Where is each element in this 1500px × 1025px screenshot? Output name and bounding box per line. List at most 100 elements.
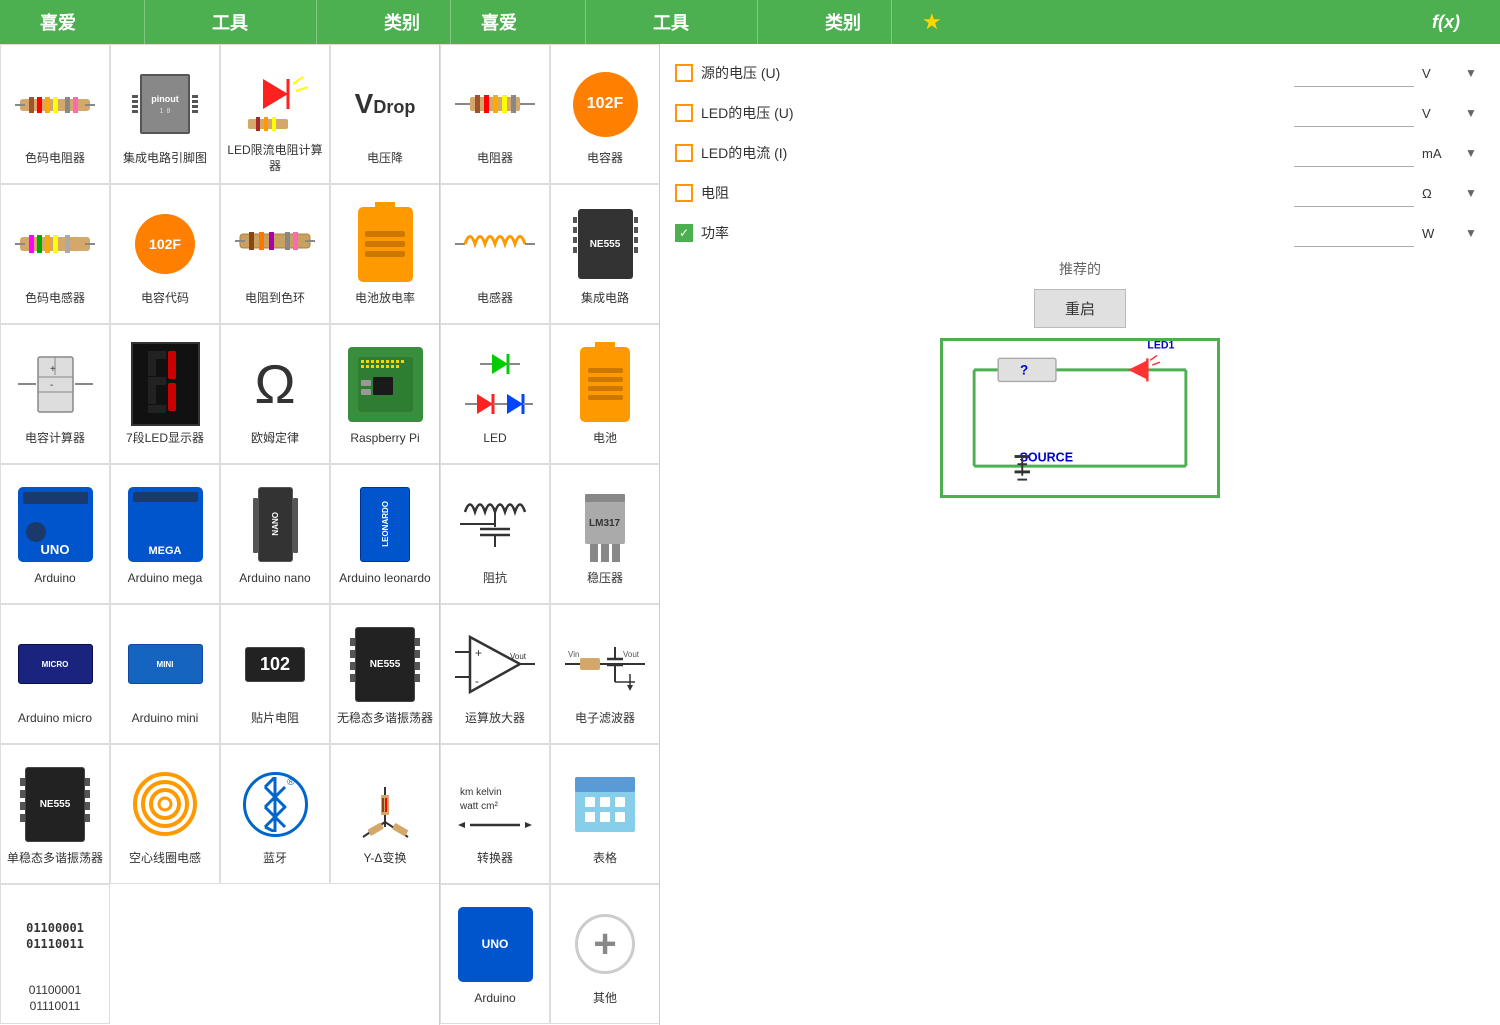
source-voltage-label: 源的电压 (U) — [701, 63, 1286, 83]
mid-resistor[interactable]: 电阻器 — [440, 44, 550, 184]
mid-impedance[interactable]: 阻抗 — [440, 464, 550, 604]
mid-opamp[interactable]: + - Vout 运算放大器 — [440, 604, 550, 744]
mid-capacitor[interactable]: 102F 电容器 — [550, 44, 660, 184]
tool-bluetooth[interactable]: ® 蓝牙 — [220, 744, 330, 884]
tool-arduino-leonardo[interactable]: LEONARDO Arduino leonardo — [330, 464, 440, 604]
tool-ic-pinout[interactable]: pinout 1 8 — [110, 44, 220, 184]
resistor-input[interactable] — [1294, 179, 1414, 207]
cap-102-display: 102F — [135, 214, 195, 274]
led-current-input[interactable] — [1294, 139, 1414, 167]
battery-rate-icon — [343, 202, 428, 287]
mid-table-label: 表格 — [593, 851, 617, 867]
tool-binary[interactable]: 0110000101110011 0110000101110011 — [0, 884, 110, 1024]
mid-battery-label: 电池 — [593, 431, 617, 447]
led-voltage-checkbox[interactable] — [675, 104, 693, 122]
mid-regulator-icon: LM317 — [563, 482, 648, 567]
ohm-law-icon: Ω — [233, 342, 318, 427]
tool-monostable[interactable]: NE555 单稳态多谐振荡器 — [0, 744, 110, 884]
resistor-dropdown[interactable]: ▼ — [1465, 186, 1485, 200]
tool-raspberry-pi[interactable]: Raspberry Pi — [330, 324, 440, 464]
tool-7seg[interactable]: 7段LED显示器 — [110, 324, 220, 464]
arduino-mega-icon: MEGA — [123, 482, 208, 567]
tool-arduino-mini[interactable]: MINI Arduino mini — [110, 604, 220, 744]
led-voltage-dropdown[interactable]: ▼ — [1465, 106, 1485, 120]
tool-arduino-nano[interactable]: NANO Arduino nano — [220, 464, 330, 604]
led-voltage-input[interactable] — [1294, 99, 1414, 127]
tool-capacitor-code[interactable]: 102F 电容代码 — [110, 184, 220, 324]
tool-resistor-color[interactable]: 电阻到色环 — [220, 184, 330, 324]
voltage-drop-label: 电压降 — [367, 151, 403, 167]
tool-y-delta[interactable]: Y-Δ变换 — [330, 744, 440, 884]
right-category-label: 类别 — [805, 9, 881, 35]
resistor-color-label: 电阻到色环 — [245, 291, 305, 307]
mid-capacitor-label: 电容器 — [587, 151, 623, 167]
tool-arduino-mega[interactable]: MEGA Arduino mega — [110, 464, 220, 604]
right-fav-label: 喜爱 — [461, 9, 537, 35]
mid-other[interactable]: + 其他 — [550, 884, 660, 1024]
mid-arduino[interactable]: UNO Arduino — [440, 884, 550, 1024]
mid-led[interactable]: LED — [440, 324, 550, 464]
svg-text:Vout: Vout — [510, 652, 527, 661]
main-container: 色码电阻器 pinout 1 — [0, 44, 1500, 1025]
tool-smd-resistor[interactable]: 102 贴片电阻 — [220, 604, 330, 744]
mid-inductor[interactable]: 电感器 — [440, 184, 550, 324]
left-category-label: 类别 — [364, 9, 440, 35]
led-current-dropdown[interactable]: ▼ — [1465, 146, 1485, 160]
mid-opamp-label: 运算放大器 — [465, 711, 525, 727]
restart-button[interactable]: 重启 — [1034, 289, 1126, 328]
svg-text:km kelvin: km kelvin — [460, 787, 502, 798]
power-input[interactable] — [1294, 219, 1414, 247]
power-checkbox[interactable] — [675, 224, 693, 242]
tool-color-resistor[interactable]: 色码电阻器 — [0, 44, 110, 184]
source-voltage-checkbox[interactable] — [675, 64, 693, 82]
mid-inductor-icon — [453, 202, 538, 287]
y-delta-label: Y-Δ变换 — [364, 851, 407, 867]
svg-text:LM317: LM317 — [589, 518, 621, 529]
7seg-label: 7段LED显示器 — [126, 431, 204, 447]
mid-converter-label: 转换器 — [477, 851, 513, 867]
source-voltage-input[interactable] — [1294, 59, 1414, 87]
led-current-unit: mA — [1422, 146, 1457, 161]
astable-icon: NE555 — [343, 622, 428, 707]
tool-air-coil[interactable]: 空心线圈电感 — [110, 744, 220, 884]
tool-capacitor-calc[interactable]: + - 电容计算器 — [0, 324, 110, 464]
7seg-icon — [123, 342, 208, 427]
header-divider-2 — [316, 0, 317, 44]
mid-impedance-icon — [453, 482, 538, 567]
tool-arduino-micro[interactable]: MICRO Arduino micro — [0, 604, 110, 744]
arduino-micro-label: Arduino micro — [18, 711, 92, 727]
middle-tool-panel: 电阻器 102F 电容器 电感器 — [440, 44, 660, 1025]
arduino-mini-label: Arduino mini — [132, 711, 199, 727]
fx-label[interactable]: f(x) — [1417, 12, 1475, 33]
power-label: 功率 — [701, 223, 1286, 243]
mid-table[interactable]: 表格 — [550, 744, 660, 884]
led-resistor-icon — [233, 54, 318, 139]
tool-color-inductor[interactable]: 色码电感器 — [0, 184, 110, 324]
source-voltage-dropdown[interactable]: ▼ — [1465, 66, 1485, 80]
mid-battery[interactable]: 电池 — [550, 324, 660, 464]
mid-ic[interactable]: NE555 集成电路 — [550, 184, 660, 324]
mid-filter[interactable]: Vin Vout — [550, 604, 660, 744]
left-tools-label: 工具 — [192, 9, 268, 35]
tool-arduino-uno[interactable]: UNO Arduino — [0, 464, 110, 604]
mid-regulator[interactable]: LM317 稳压器 — [550, 464, 660, 604]
tool-ohm-law[interactable]: Ω 欧姆定律 — [220, 324, 330, 464]
resistor-checkbox[interactable] — [675, 184, 693, 202]
right-tools-label: 工具 — [633, 9, 709, 35]
tool-battery-rate[interactable]: 电池放电率 — [330, 184, 440, 324]
voltage-drop-icon: VDrop — [343, 62, 428, 147]
led-current-checkbox[interactable] — [675, 144, 693, 162]
mid-table-icon — [563, 762, 648, 847]
power-dropdown[interactable]: ▼ — [1465, 226, 1485, 240]
mid-ic-icon: NE555 — [563, 202, 648, 287]
mid-converter[interactable]: km kelvin watt cm² 转换器 — [440, 744, 550, 884]
circuit-diagram-area: ? LED1 SOURCE — [675, 338, 1485, 498]
tool-voltage-drop[interactable]: VDrop 电压降 — [330, 44, 440, 184]
ohm-law-label: 欧姆定律 — [251, 431, 299, 447]
tool-astable[interactable]: NE555 无稳态多谐振荡器 — [330, 604, 440, 744]
star-icon: ★ — [907, 9, 957, 35]
led-current-label: LED的电流 (I) — [701, 143, 1286, 163]
svg-text:Vout: Vout — [623, 650, 640, 659]
capacitor-calc-icon: + - — [13, 342, 98, 427]
tool-led-resistor[interactable]: LED限流电阻计算器 — [220, 44, 330, 184]
